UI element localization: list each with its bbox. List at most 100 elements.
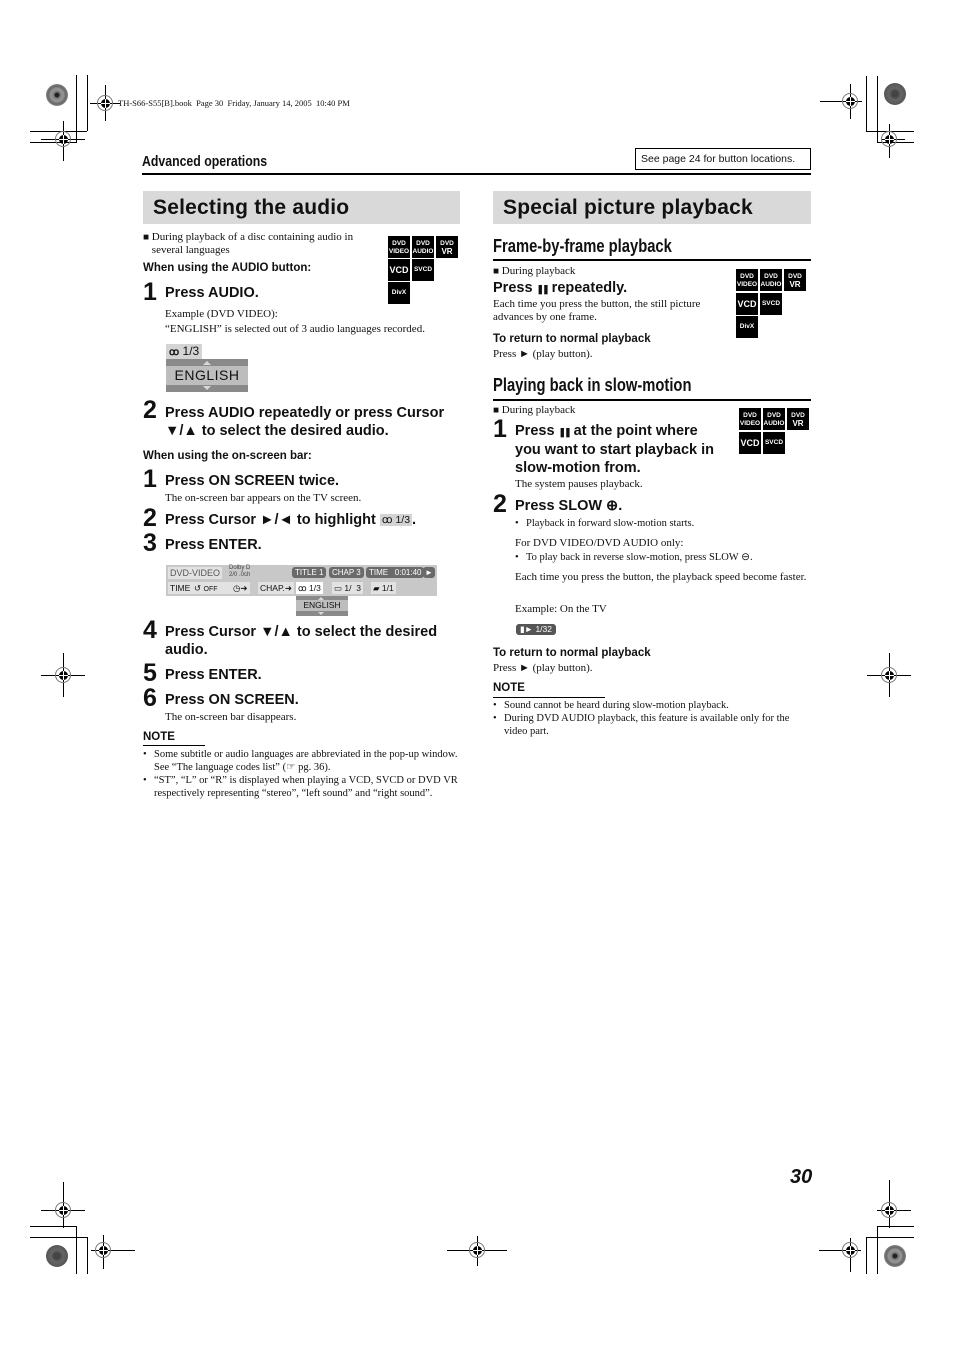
disc-badge-divx: DivX (386, 282, 410, 304)
chapter-search-button[interactable]: CHAP.➜ (258, 582, 295, 594)
disc-badge-vcd: VCD (734, 293, 758, 315)
disc-badge-divx: DivX (734, 316, 758, 338)
audio-button[interactable]: ꝏ 1/3 (296, 582, 323, 594)
frame-condition: ■ During playback (493, 265, 576, 277)
play-status-icon: ► (423, 567, 435, 578)
audio-icon: ꝏ (381, 514, 393, 526)
note-item: Sound cannot be heard during slow-motion… (493, 699, 811, 712)
disc-badge-dvd-audio: DVD AUDIO (410, 236, 434, 258)
trim-line (87, 75, 88, 131)
audio-language-popup: ENGLISH (166, 359, 248, 392)
note-list: Some subtitle or audio languages are abb… (143, 748, 461, 800)
section-header: Advanced operations (142, 153, 268, 170)
trim-line (30, 1237, 88, 1238)
disc-badge-dvd-video: DVD VIDEO (734, 269, 758, 291)
disc-badge-svcd: SVCD (761, 432, 785, 454)
repeat-button[interactable]: ↺ OFF (192, 582, 232, 594)
frame-description: Each time you press the button, the stil… (493, 298, 701, 323)
subtitle-button[interactable]: ▭ 1/ 3 (332, 582, 363, 594)
dvd-only-label: For DVD VIDEO/DVD AUDIO only: (515, 537, 684, 549)
step-text: Press ENTER. (165, 537, 262, 553)
time-search-button[interactable]: ◷➜ (231, 582, 250, 594)
subtitle-icon: ▭ (334, 583, 343, 593)
slow-return-heading: To return to normal playback (493, 647, 651, 659)
subheading-rule (493, 399, 811, 401)
clock-icon: ◷➜ (233, 583, 248, 593)
repeat-icon: ↺ (194, 583, 202, 593)
trim-line (877, 1226, 878, 1274)
disc-badge-vcd: VCD (386, 259, 410, 281)
audio-counter-display: ꝏ 1/3 (166, 344, 203, 360)
trim-line (877, 1226, 914, 1227)
speed-description: Each time you press the button, the play… (515, 571, 807, 583)
step-detail: The on-screen bar appears on the TV scre… (165, 492, 362, 504)
step-text: Press ON SCREEN twice. (165, 473, 340, 489)
note-label: NOTE (143, 731, 175, 743)
button-location-note: See page 24 for button locations. (635, 148, 811, 170)
audio-language: ENGLISH (166, 366, 248, 385)
step-text: Press AUDIO repeatedly or press Cursor ▼… (165, 405, 445, 439)
trim-line (87, 1237, 88, 1274)
step-number: 1 (493, 415, 507, 443)
frame-return-heading: To return to normal playback (493, 333, 651, 345)
disc-badge-dvd-vr: DVD VR (434, 236, 458, 258)
section-title-selecting-audio: Selecting the audio (143, 191, 460, 224)
frame-return-text: Press ► (play button). (493, 348, 593, 360)
trim-line (866, 76, 867, 132)
disc-type: DVD-VIDEO (168, 567, 223, 579)
disc-badge-dvd-video: DVD VIDEO (386, 236, 410, 258)
slow-step-2: Press SLOW ⊕. (515, 498, 623, 514)
color-rosette-icon (884, 83, 906, 105)
audio-icon: ꝏ (298, 583, 307, 593)
trim-line (866, 1237, 867, 1274)
note-item: “ST”, “L” or “R” is displayed when playi… (143, 774, 461, 800)
title-indicator: TITLE 1 (292, 567, 327, 578)
slow-note-list: Sound cannot be heard during slow-motion… (493, 699, 811, 738)
trim-line (30, 1226, 77, 1227)
step-number: 3 (143, 529, 157, 557)
audio-condition: ■ During playback of a disc containing a… (143, 231, 383, 257)
down-arrow-icon (318, 612, 324, 615)
step-text: Press Cursor ▼/▲ to select the desired a… (165, 624, 438, 658)
angle-icon: ▰ (373, 583, 380, 593)
trim-line (866, 1237, 914, 1238)
angle-button[interactable]: ▰ 1/1 (371, 582, 396, 594)
time-button[interactable]: TIME (168, 582, 193, 594)
subheading-frame-by-frame: Frame-by-frame playback (493, 236, 672, 256)
audio-counter: 1/3 (182, 344, 200, 358)
bullet-item: Playback in forward slow-motion starts. (515, 517, 805, 530)
down-arrow-icon (203, 386, 211, 390)
trim-line (76, 1226, 77, 1274)
color-rosette-icon (46, 1245, 68, 1267)
step-number: 2 (493, 490, 507, 518)
color-rosette-icon (46, 84, 68, 106)
frame-step: Press ❚❚ repeatedly. (493, 280, 628, 296)
slow-speed-badge: ▮► 1/32 (516, 624, 556, 635)
note-item: Some subtitle or audio languages are abb… (143, 748, 461, 774)
color-rosette-icon (884, 1245, 906, 1267)
note-rule (493, 697, 605, 698)
audio-button-heading: When using the AUDIO button: (143, 262, 312, 274)
step-text: Press AUDIO. (165, 285, 259, 301)
note-label: NOTE (493, 682, 525, 694)
pause-icon: ❚❚ (558, 427, 572, 437)
subheading-slow-motion: Playing back in slow-motion (493, 375, 692, 395)
slow-return-text: Press ► (play button). (493, 662, 593, 674)
audio-condition-text: During playback of a disc containing aud… (151, 231, 354, 256)
slow-step-2-bullets: Playback in forward slow-motion starts. (515, 517, 805, 530)
print-slug: TH-S66-S55[B].book Page 30 Friday, Janua… (118, 98, 350, 108)
audio-icon: ꝏ (169, 347, 180, 358)
step-number: 4 (143, 616, 157, 644)
step-text: Press Cursor ►/◄ to highlight ꝏ 1/3. (165, 512, 417, 528)
step-number: 6 (143, 684, 157, 712)
audio-highlight-badge: ꝏ 1/3 (379, 514, 413, 526)
step-detail: Example (DVD VIDEO): (165, 308, 278, 320)
reverse-bullets: To play back in reverse slow-motion, pre… (515, 551, 810, 564)
bullet-item: To play back in reverse slow-motion, pre… (515, 551, 810, 564)
disc-badge-svcd: SVCD (410, 259, 434, 281)
disc-badge-vcd: VCD (737, 432, 761, 454)
onscreen-bar: DVD-VIDEO Dolby D 2/0 .0ch TITLE 1 CHAP 3… (166, 565, 437, 596)
time-indicator: TIME 0:01:40 (366, 567, 425, 578)
disc-badge-dvd-vr: DVD VR (782, 269, 806, 291)
subheading-rule (493, 259, 811, 261)
